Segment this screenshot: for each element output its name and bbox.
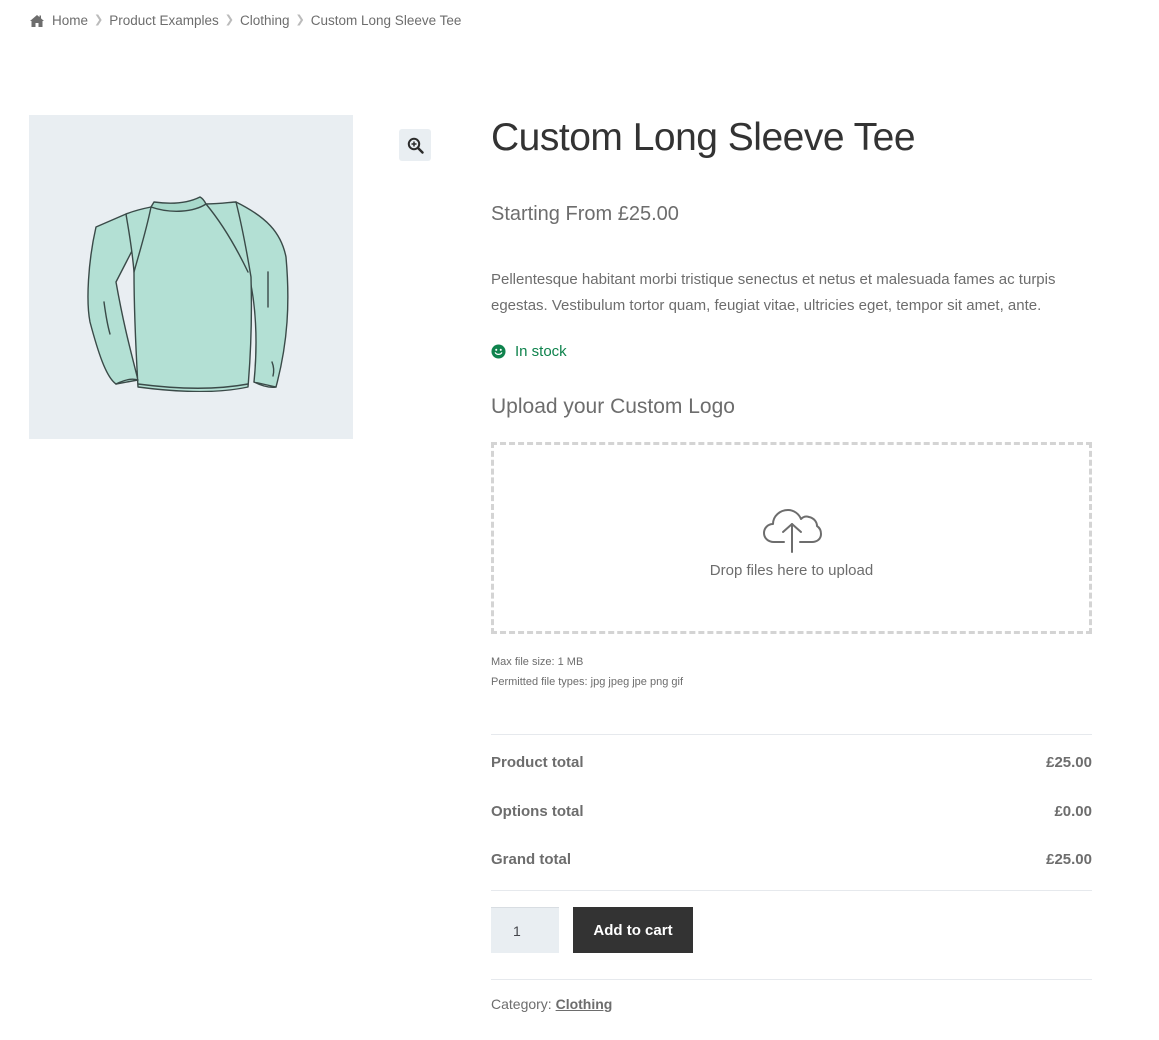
product-description: Pellentesque habitant morbi tristique se…	[491, 271, 1056, 314]
breadcrumb-home[interactable]: Home	[52, 13, 88, 28]
add-to-cart-button[interactable]: Add to cart	[573, 907, 693, 953]
category-label: Category:	[491, 996, 552, 1012]
product-title: Custom Long Sleeve Tee	[491, 116, 916, 159]
smiley-icon	[491, 344, 506, 359]
max-file-size: Max file size: 1 MB	[491, 656, 584, 668]
zoom-image-button[interactable]	[399, 129, 431, 161]
quantity-input[interactable]	[491, 907, 559, 953]
chevron-right-icon: ❯	[224, 14, 235, 26]
long-sleeve-shirt-illustration	[87, 196, 289, 392]
magnifier-plus-icon	[407, 137, 424, 154]
options-total-row: Options total £0.00	[491, 803, 1092, 820]
totals-label: Options total	[491, 803, 584, 820]
totals-value: £25.00	[1046, 754, 1092, 771]
product-price: Starting From £25.00	[491, 203, 679, 225]
breadcrumb-product-examples[interactable]: Product Examples	[109, 13, 219, 28]
breadcrumb-current: Custom Long Sleeve Tee	[310, 13, 462, 28]
divider	[491, 979, 1092, 980]
totals-label: Grand total	[491, 851, 572, 868]
divider	[491, 734, 1092, 735]
chevron-right-icon: ❯	[295, 14, 305, 26]
permitted-file-types: Permitted file types: jpg jpeg jpe png g…	[491, 676, 684, 688]
upload-heading: Upload your Custom Logo	[491, 395, 735, 418]
file-dropzone[interactable]: Drop files here to upload	[491, 442, 1092, 634]
product-category: Category: Clothing	[491, 996, 612, 1012]
grand-total-row: Grand total £25.00	[491, 851, 1092, 868]
chevron-right-icon: ❯	[94, 14, 104, 26]
breadcrumb: Home ❯ Product Examples ❯ Clothing ❯ Cus…	[29, 13, 461, 28]
file-info: Max file size: 1 MB Permitted file types…	[491, 652, 683, 692]
product-total-row: Product total £25.00	[491, 754, 1092, 771]
category-link[interactable]: Clothing	[556, 996, 613, 1012]
totals-label: Product total	[491, 754, 584, 771]
stock-text: In stock	[515, 343, 567, 360]
home-icon[interactable]	[29, 14, 45, 28]
product-image[interactable]	[29, 115, 353, 439]
breadcrumb-clothing[interactable]: Clothing	[240, 13, 290, 28]
cloud-upload-icon	[762, 508, 822, 553]
divider	[491, 890, 1092, 891]
stock-status: In stock	[491, 343, 567, 360]
dropzone-text: Drop files here to upload	[709, 561, 874, 579]
totals-value: £25.00	[1046, 851, 1092, 868]
totals-value: £0.00	[1054, 803, 1092, 820]
